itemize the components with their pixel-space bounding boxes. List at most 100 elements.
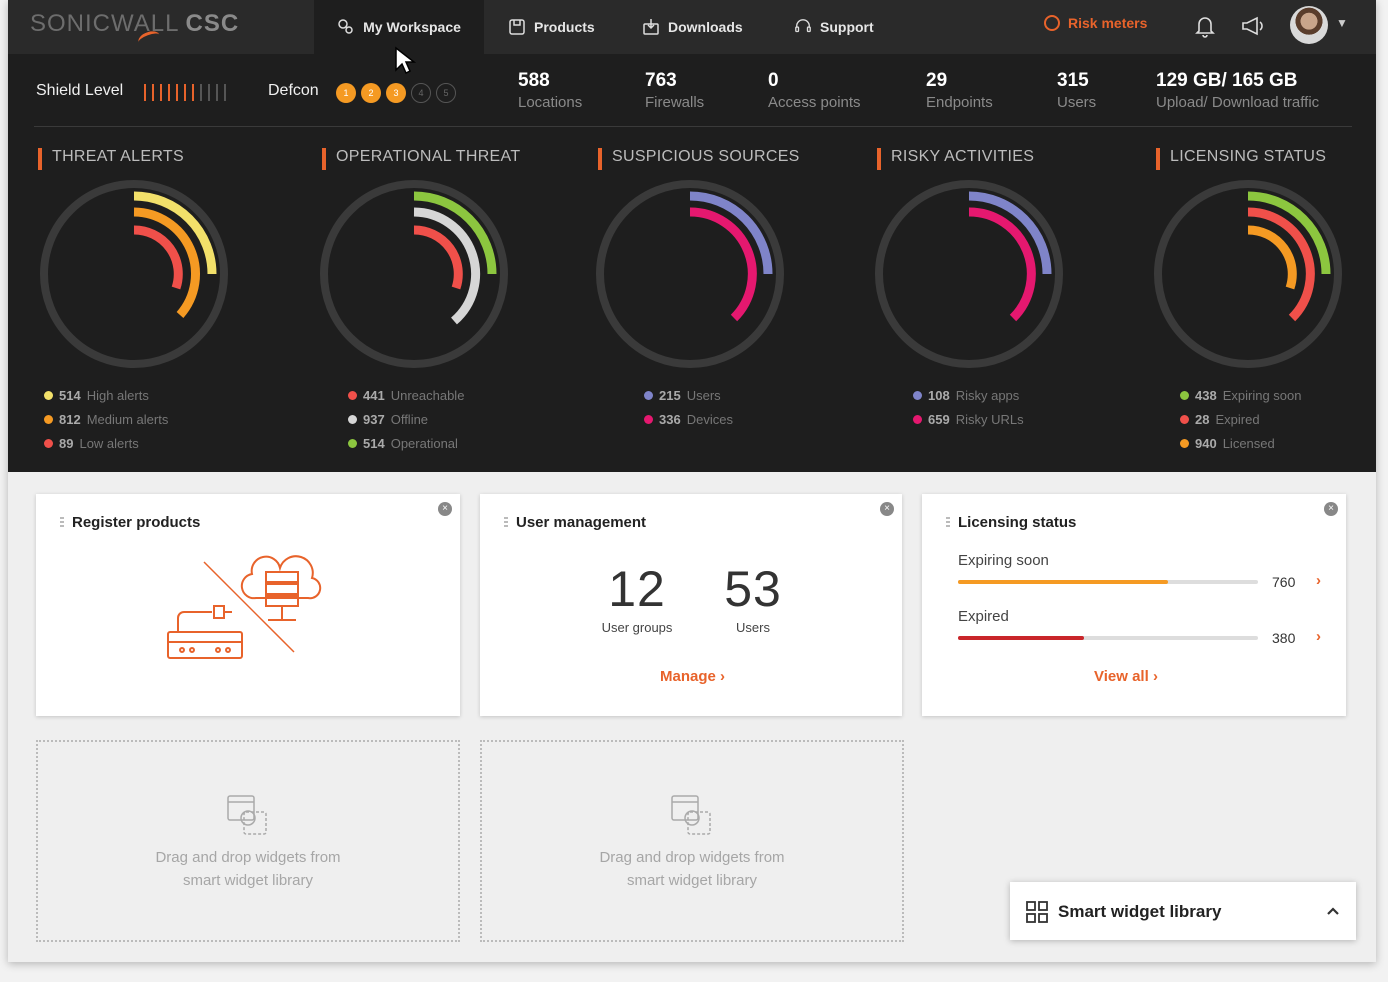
drop-zone-line: Drag and drop widgets from xyxy=(155,849,341,866)
legend-label: Low alerts xyxy=(79,436,139,451)
manage-link[interactable]: Manage › xyxy=(660,668,725,685)
legend-label: High alerts xyxy=(86,388,149,403)
stat-access-points[interactable]: 0 Access points xyxy=(768,70,861,111)
legend-item[interactable]: 441 Unreachable xyxy=(348,388,464,403)
legend-dot xyxy=(348,415,357,424)
legend-value: 215 xyxy=(659,388,681,403)
user-groups-label: User groups xyxy=(601,620,673,635)
divider xyxy=(34,126,1352,127)
widget-header[interactable]: Licensing status xyxy=(946,514,1076,531)
user-groups-stat[interactable]: 12 User groups xyxy=(592,560,682,635)
risk-meters-link[interactable]: Risk meters xyxy=(1044,15,1147,31)
shield-icon xyxy=(1044,15,1060,31)
close-icon[interactable]: × xyxy=(438,502,452,516)
tab-products[interactable]: Products xyxy=(508,0,595,54)
widget-title: Licensing status xyxy=(958,514,1077,531)
legend-dot xyxy=(348,391,357,400)
tab-support[interactable]: Support xyxy=(794,0,874,54)
legend-item[interactable]: 514 High alerts xyxy=(44,388,168,403)
shield-bar xyxy=(176,84,178,101)
shield-bar xyxy=(200,84,202,101)
legend-dot xyxy=(913,415,922,424)
defcon-dot: 5 xyxy=(436,83,456,103)
meter-title: LICENSING STATUS xyxy=(1156,148,1326,170)
legend-label: Unreachable xyxy=(390,388,465,403)
drag-handle-icon[interactable] xyxy=(60,516,64,529)
widget-library-icon xyxy=(671,795,711,835)
chevron-right-icon[interactable]: › xyxy=(1316,572,1321,589)
mouse-cursor-icon xyxy=(395,46,416,75)
grid-icon xyxy=(1026,901,1048,923)
legend-dot xyxy=(1180,439,1189,448)
stat-firewalls[interactable]: 763 Firewalls xyxy=(645,70,704,111)
view-all-link[interactable]: View all › xyxy=(1094,668,1158,685)
stat-locations[interactable]: 588 Locations xyxy=(518,70,582,111)
megaphone-icon[interactable] xyxy=(1240,13,1266,39)
defcon-dot: 2 xyxy=(361,83,381,103)
shield-level-label: Shield Level xyxy=(36,82,124,99)
stat-label: Endpoints xyxy=(926,94,993,111)
stat-label: Locations xyxy=(518,94,583,111)
legend-dot xyxy=(1180,415,1189,424)
widget-drop-zone[interactable]: Drag and drop widgets from smart widget … xyxy=(480,740,904,942)
bell-icon[interactable] xyxy=(1192,13,1218,39)
smart-widget-library-button[interactable]: Smart widget library xyxy=(1010,882,1356,940)
stat-endpoints[interactable]: 29 Endpoints xyxy=(926,70,993,111)
close-icon[interactable]: × xyxy=(880,502,894,516)
expired-count: 380 xyxy=(1272,630,1296,646)
sonicwall-logo[interactable]: SONICWALL CSC xyxy=(30,10,240,49)
widget-drop-zone[interactable]: Drag and drop widgets from smart widget … xyxy=(36,740,460,942)
legend-value: 441 xyxy=(363,388,385,403)
meter-suspicious-sources[interactable]: SUSPICIOUS SOURCES 215 Users 336 Devices xyxy=(596,148,868,468)
expiring-soon-bar xyxy=(958,580,1258,584)
shield-bar xyxy=(192,84,194,101)
widget-header[interactable]: User management xyxy=(504,514,646,531)
legend-item[interactable]: 937 Offline xyxy=(348,412,464,427)
legend-item[interactable]: 336 Devices xyxy=(644,412,733,427)
tab-downloads[interactable]: Downloads xyxy=(642,0,743,54)
tab-label: Downloads xyxy=(668,19,743,35)
legend-dot xyxy=(44,415,53,424)
legend-label: Risky URLs xyxy=(955,412,1024,427)
legend-item[interactable]: 28 Expired xyxy=(1180,412,1301,427)
chevron-right-icon[interactable]: › xyxy=(1316,628,1321,645)
chevron-up-icon[interactable] xyxy=(1326,906,1340,916)
drag-handle-icon[interactable] xyxy=(946,516,950,529)
widget-header[interactable]: Register products xyxy=(60,514,200,531)
user-avatar[interactable] xyxy=(1290,6,1328,44)
legend-item[interactable]: 215 Users xyxy=(644,388,733,403)
shield-bar xyxy=(152,84,154,101)
meter-operational-threat[interactable]: OPERATIONAL THREAT 441 Unreachable 937 Off… xyxy=(320,148,592,468)
view-all-label: View all xyxy=(1094,668,1149,685)
close-icon[interactable]: × xyxy=(1324,502,1338,516)
legend-value: 336 xyxy=(659,412,681,427)
stat-label: Firewalls xyxy=(645,94,705,111)
users-stat[interactable]: 53 Users xyxy=(708,560,798,635)
drag-handle-icon[interactable] xyxy=(504,516,508,529)
legend-item[interactable]: 514 Operational xyxy=(348,436,464,451)
chevron-down-icon[interactable]: ▼ xyxy=(1336,16,1348,30)
legend-value: 659 xyxy=(928,412,950,427)
meter-risky-activities[interactable]: RISKY ACTIVITIES 108 Risky apps 659 Risky … xyxy=(875,148,1147,468)
workspace-icon xyxy=(337,18,355,36)
stat-users[interactable]: 315 Users xyxy=(1057,70,1096,111)
legend-item[interactable]: 89 Low alerts xyxy=(44,436,168,451)
legend-value: 812 xyxy=(59,412,81,427)
meter-title: THREAT ALERTS xyxy=(38,148,184,170)
stat-traffic[interactable]: 129 GB/ 165 GB Upload/ Download traffic xyxy=(1156,70,1319,111)
legend-item[interactable]: 108 Risky apps xyxy=(913,388,1024,403)
drop-zone-text: Drag and drop widgets from smart widget … xyxy=(38,846,458,892)
downloads-icon xyxy=(642,18,660,36)
meter-licensing-status[interactable]: LICENSING STATUS 438 Expiring soon 28 Expi… xyxy=(1154,148,1376,468)
shield-bar xyxy=(160,84,162,101)
legend-item[interactable]: 812 Medium alerts xyxy=(44,412,168,427)
chevron-right-icon: › xyxy=(720,668,726,685)
library-label: Smart widget library xyxy=(1058,902,1222,921)
legend-item[interactable]: 438 Expiring soon xyxy=(1180,388,1301,403)
meter-threat-alerts[interactable]: THREAT ALERTS 514 High alerts 812 Medium a… xyxy=(38,148,308,468)
drop-zone-line: smart widget library xyxy=(626,872,758,889)
legend-item[interactable]: 940 Licensed xyxy=(1180,436,1301,451)
register-products-widget: Register products × xyxy=(36,494,460,716)
brand-product: CSC xyxy=(185,10,240,37)
legend-item[interactable]: 659 Risky URLs xyxy=(913,412,1024,427)
